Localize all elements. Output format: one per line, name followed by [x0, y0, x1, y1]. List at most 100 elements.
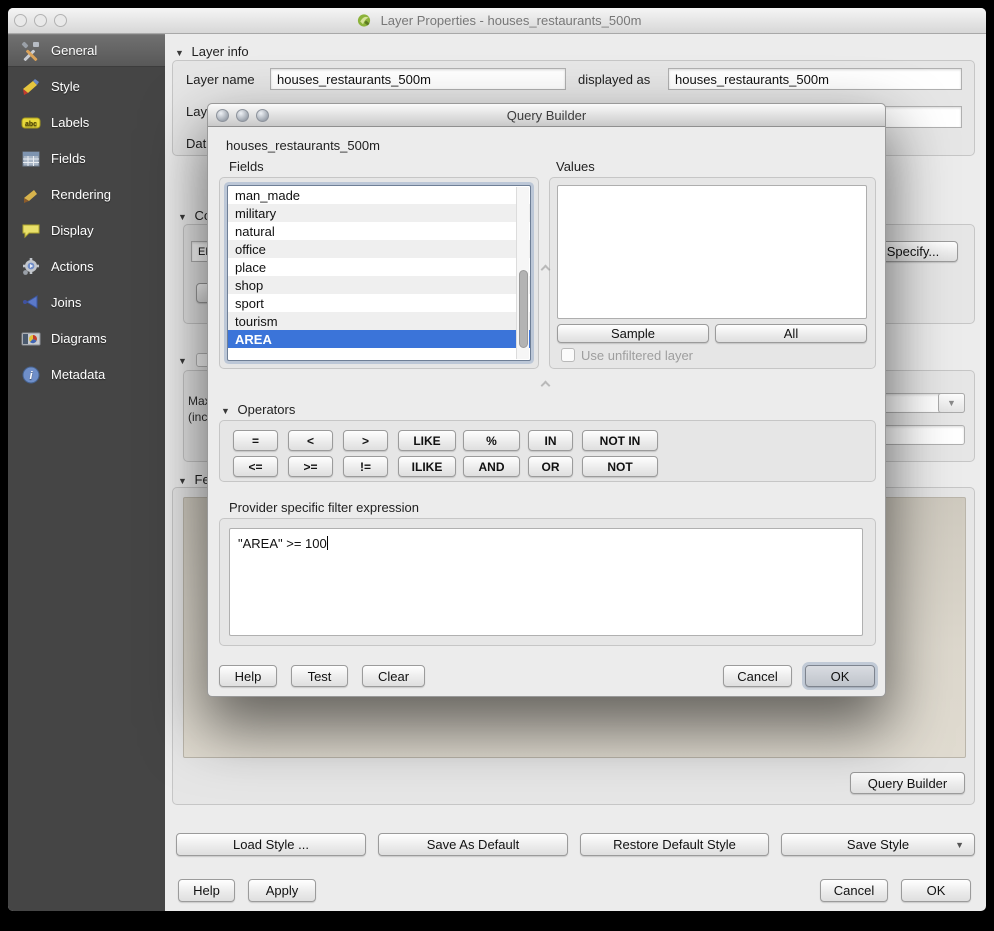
sidebar-item-diagrams[interactable]: Diagrams	[8, 322, 165, 355]
operator-and-button[interactable]: AND	[463, 456, 520, 477]
data-source-label-partial: Dat	[186, 136, 206, 151]
dialog-minimize-button[interactable]	[236, 109, 249, 122]
operator-not-button[interactable]: NOT	[582, 456, 658, 477]
sidebar-label: Fields	[51, 151, 86, 166]
main-titlebar[interactable]: Layer Properties - houses_restaurants_50…	[8, 8, 986, 34]
disclosure-triangle-icon[interactable]: ▼	[178, 212, 187, 222]
field-item-label: office	[235, 242, 266, 257]
operator-label: >=	[303, 460, 317, 474]
sidebar-item-joins[interactable]: Joins	[8, 286, 165, 319]
operator-greaterequal-button[interactable]: >=	[288, 456, 333, 477]
sidebar-item-metadata[interactable]: i Metadata	[8, 358, 165, 391]
main-window-title: Layer Properties - houses_restaurants_50…	[353, 13, 642, 28]
test-button[interactable]: Test	[291, 665, 348, 687]
dialog-help-button[interactable]: Help	[219, 665, 277, 687]
disclosure-triangle-icon[interactable]: ▼	[178, 476, 187, 486]
sidebar-label: Joins	[51, 295, 81, 310]
fields-label: Fields	[229, 159, 264, 174]
operator-notin-button[interactable]: NOT IN	[582, 430, 658, 451]
field-list-item[interactable]: office	[228, 240, 530, 258]
dialog-zoom-button[interactable]	[256, 109, 269, 122]
splitter-handle[interactable]	[541, 381, 551, 391]
test-label: Test	[308, 669, 332, 684]
all-button[interactable]: All	[715, 324, 867, 343]
fields-list[interactable]: man_made military natural office place s…	[227, 185, 531, 361]
operator-ilike-button[interactable]: ILIKE	[398, 456, 456, 477]
sidebar-item-labels[interactable]: abc Labels	[8, 106, 165, 139]
field-list-item-selected[interactable]: AREA	[228, 330, 530, 348]
operator-equals-button[interactable]: =	[233, 430, 278, 451]
disclosure-triangle-icon[interactable]: ▼	[178, 356, 187, 366]
field-item-label: man_made	[235, 188, 300, 203]
operator-like-button[interactable]: LIKE	[398, 430, 456, 451]
dialog-help-label: Help	[235, 669, 262, 684]
field-list-item[interactable]: military	[228, 204, 530, 222]
sidebar-label: Metadata	[51, 367, 105, 382]
operator-or-button[interactable]: OR	[528, 456, 573, 477]
apply-button[interactable]: Apply	[248, 879, 316, 902]
sidebar-item-actions[interactable]: Actions	[8, 250, 165, 283]
field-list-item[interactable]: place	[228, 258, 530, 276]
scale-section-header-partial: ▼	[178, 352, 191, 367]
dialog-close-button[interactable]	[216, 109, 229, 122]
dialog-ok-label: OK	[831, 669, 850, 684]
operator-label: ILIKE	[412, 460, 443, 474]
sidebar-item-display[interactable]: Display	[8, 214, 165, 247]
close-button[interactable]	[14, 14, 27, 27]
restore-default-style-button[interactable]: Restore Default Style	[580, 833, 769, 856]
operator-notequal-button[interactable]: !=	[343, 456, 388, 477]
layer-name-input[interactable]: houses_restaurants_500m	[270, 68, 566, 90]
dialog-ok-button[interactable]: OK	[805, 665, 875, 687]
operator-label: >	[362, 434, 369, 448]
operator-lessequal-button[interactable]: <=	[233, 456, 278, 477]
field-list-item[interactable]: man_made	[228, 186, 530, 204]
field-item-label: natural	[235, 224, 275, 239]
sidebar-item-style[interactable]: Style	[8, 70, 165, 103]
dialog-titlebar[interactable]: Query Builder	[208, 104, 885, 127]
operator-label: !=	[360, 460, 371, 474]
save-style-button[interactable]: Save Style ▼	[781, 833, 975, 856]
feature-subset-header-partial: ▼ Fe	[178, 472, 210, 487]
sidebar-label: Labels	[51, 115, 89, 130]
fields-scrollbar[interactable]	[516, 187, 529, 359]
zoom-button[interactable]	[54, 14, 67, 27]
operator-in-button[interactable]: IN	[528, 430, 573, 451]
clear-button[interactable]: Clear	[362, 665, 425, 687]
field-item-label: tourism	[235, 314, 278, 329]
displayed-as-input[interactable]: houses_restaurants_500m	[668, 68, 962, 90]
main-cancel-button[interactable]: Cancel	[820, 879, 888, 902]
main-help-button[interactable]: Help	[178, 879, 235, 902]
operator-percent-button[interactable]: %	[463, 430, 520, 451]
text-caret	[327, 536, 328, 550]
load-style-button[interactable]: Load Style ...	[176, 833, 366, 856]
disclosure-triangle-icon[interactable]: ▼	[221, 406, 230, 416]
values-list[interactable]	[557, 185, 867, 319]
sidebar-item-rendering[interactable]: Rendering	[8, 178, 165, 211]
disclosure-triangle-icon[interactable]: ▼	[175, 48, 184, 58]
field-list-item[interactable]: natural	[228, 222, 530, 240]
sidebar-label: Actions	[51, 259, 94, 274]
dialog-cancel-button[interactable]: Cancel	[723, 665, 792, 687]
filter-expression-textarea[interactable]: "AREA" >= 100	[229, 528, 863, 636]
field-list-item[interactable]: tourism	[228, 312, 530, 330]
sidebar-label: General	[51, 43, 97, 58]
qgis-logo-icon	[353, 13, 375, 28]
save-as-default-button[interactable]: Save As Default	[378, 833, 568, 856]
fields-scrollbar-thumb[interactable]	[519, 270, 528, 348]
field-list-item[interactable]: shop	[228, 276, 530, 294]
field-list-item[interactable]: sport	[228, 294, 530, 312]
query-builder-open-button[interactable]: Query Builder	[850, 772, 965, 794]
layer-info-header-text: Layer info	[192, 44, 249, 59]
layer-name-label: Layer name	[186, 72, 255, 87]
use-unfiltered-checkbox[interactable]	[561, 348, 575, 362]
field-item-label: military	[235, 206, 276, 221]
sidebar-item-fields[interactable]: Fields	[8, 142, 165, 175]
main-ok-button[interactable]: OK	[901, 879, 971, 902]
display-speech-bubble-icon	[20, 221, 42, 241]
minimize-button[interactable]	[34, 14, 47, 27]
sidebar-item-general[interactable]: General	[8, 34, 165, 67]
sample-button[interactable]: Sample	[557, 324, 709, 343]
operator-greaterthan-button[interactable]: >	[343, 430, 388, 451]
operator-lessthan-button[interactable]: <	[288, 430, 333, 451]
combobox-arrow-icon[interactable]: ▼	[938, 393, 965, 413]
